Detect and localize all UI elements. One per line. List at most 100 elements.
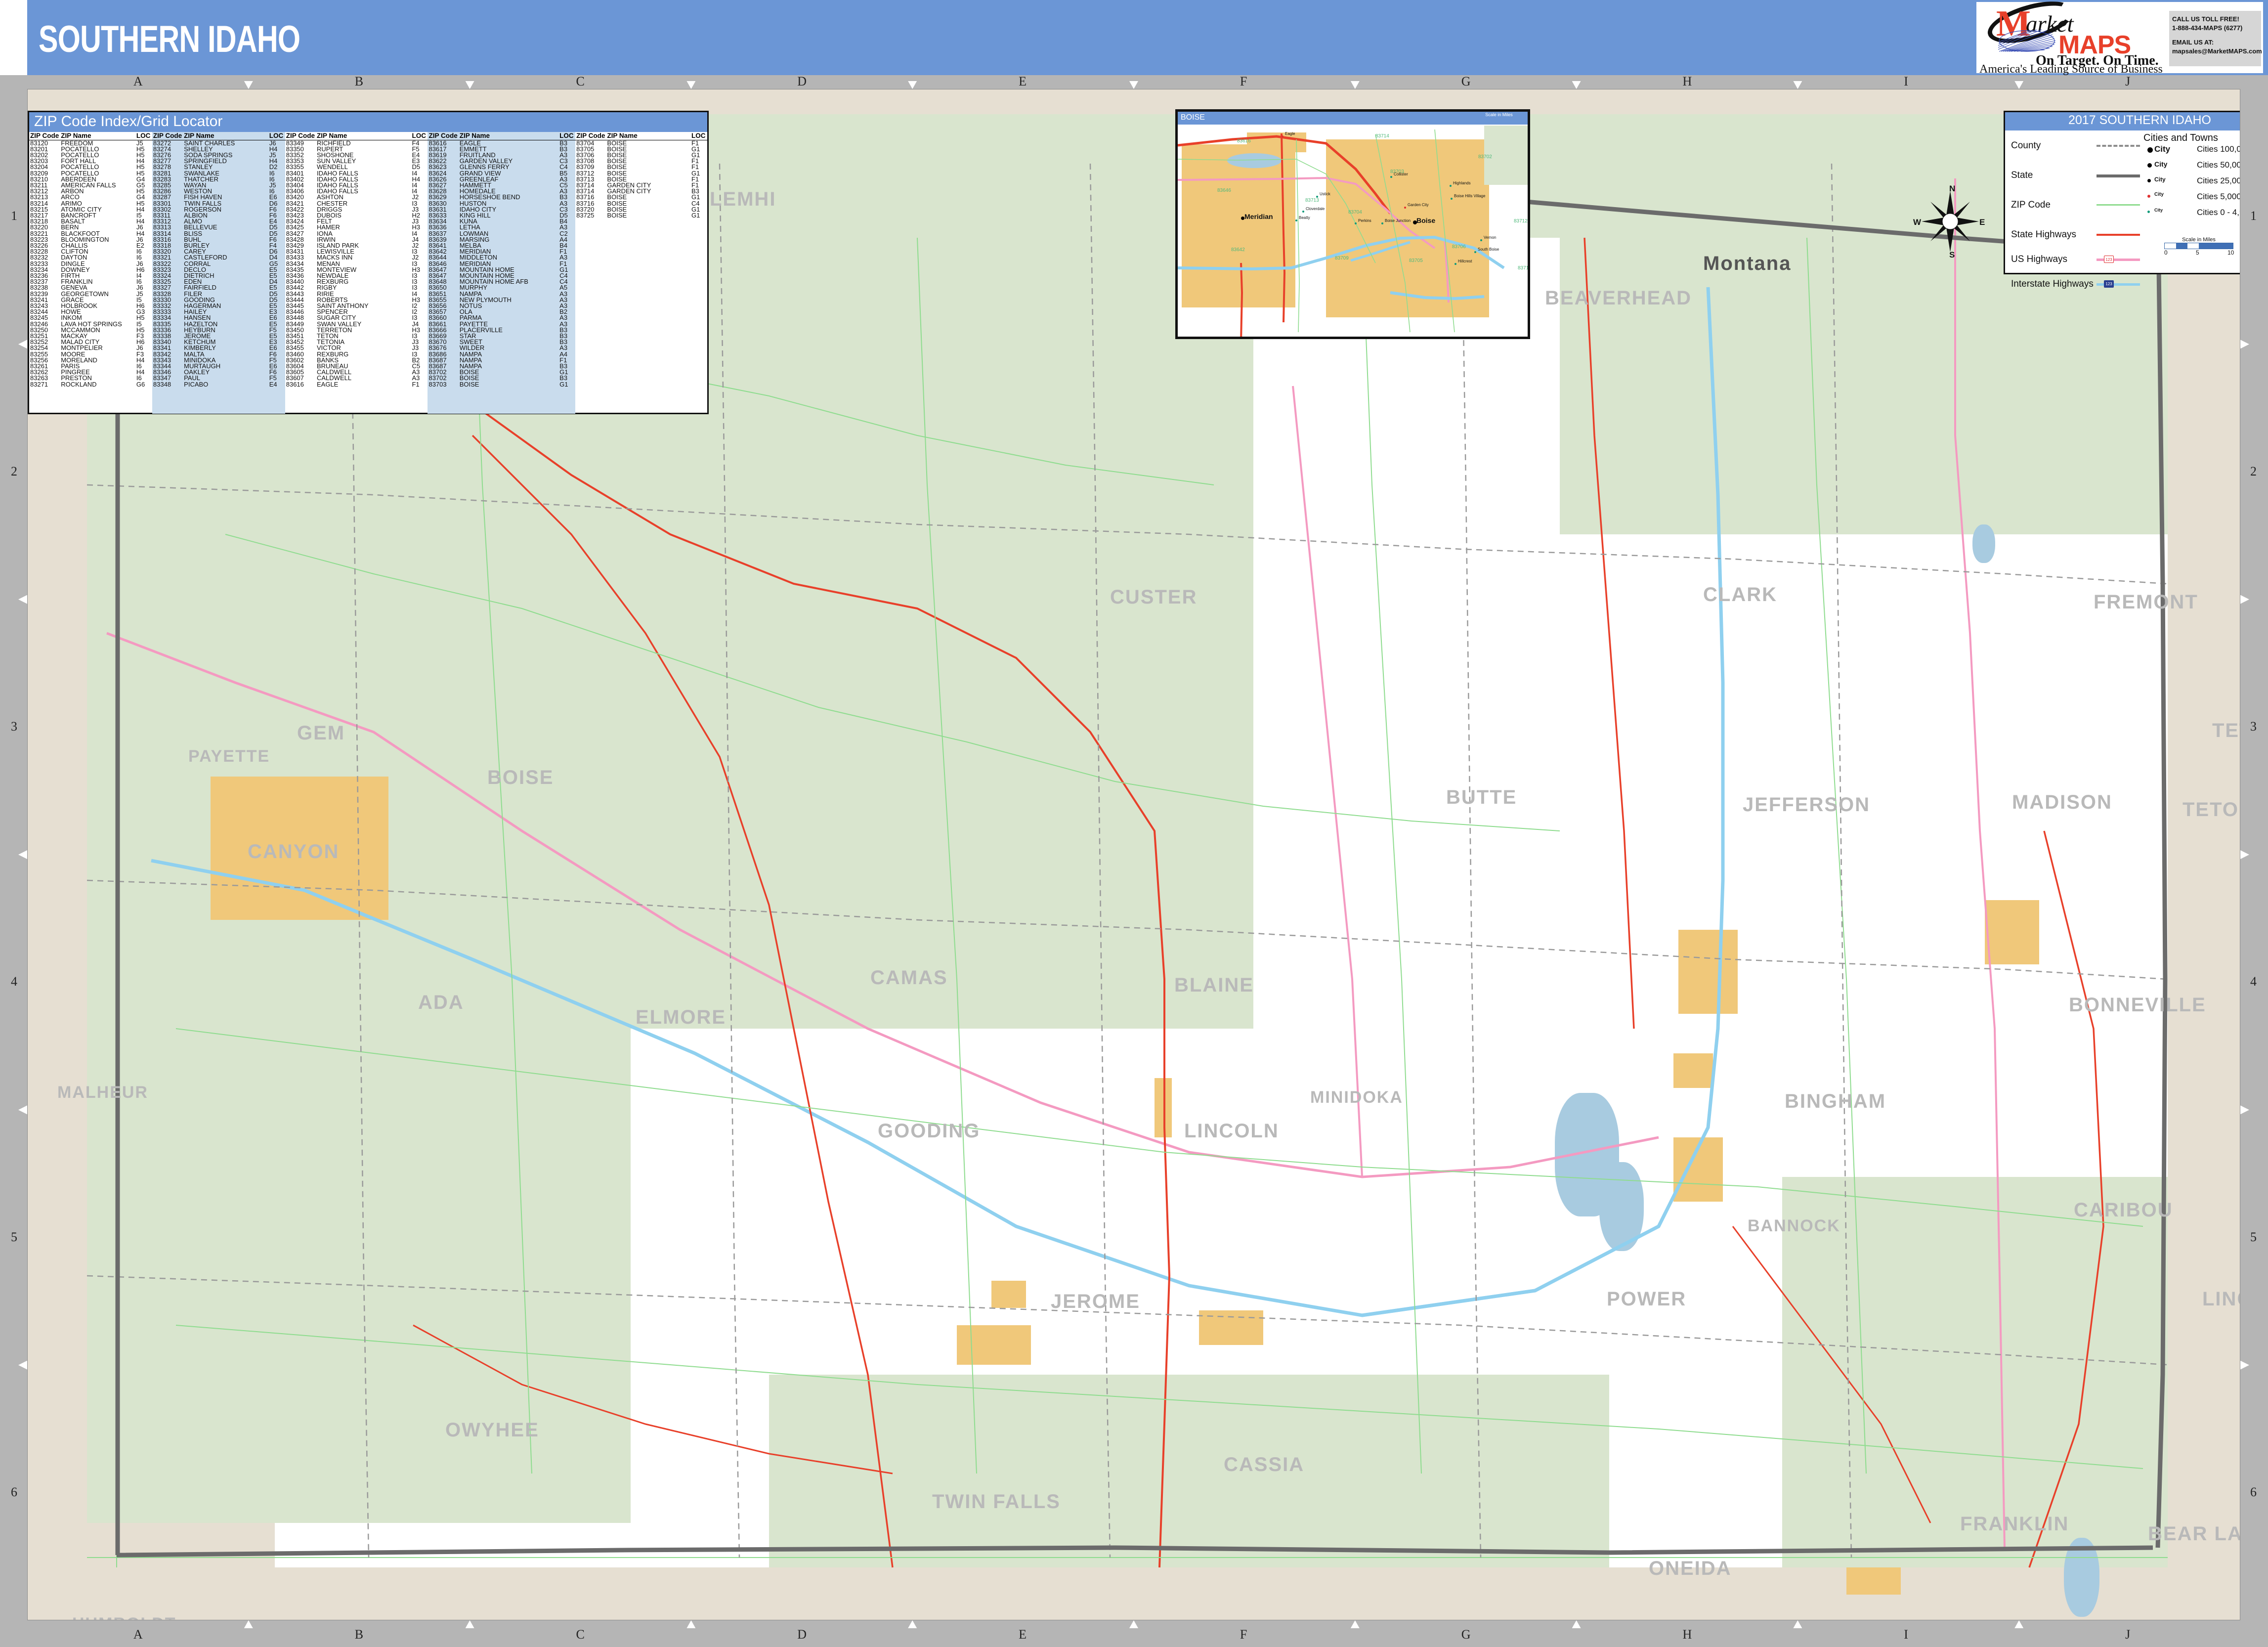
legend-body: Cities and Towns County State ZIP Code Stat… (2005, 130, 2240, 289)
inset-roads (1178, 129, 1505, 337)
zip-index-row: 83616 EAGLE F1 (285, 380, 428, 388)
inset-city-label: Cloverdale (1306, 207, 1325, 211)
grid-row-label-left-6: 6 (11, 1484, 17, 1499)
zip-index-row: 83687 NAMPA B3 (428, 363, 575, 369)
zip-col-header: ZIP Code (285, 132, 316, 140)
inset-zip-label: 83646 (1217, 188, 1231, 193)
zip-index-row: 83657 OLA B2 (428, 308, 575, 315)
boise-inset-map[interactable]: BOISE Scale in Miles 83616 83714 83702 8… (1175, 109, 1530, 339)
grid-row-label-right-1: 1 (2250, 209, 2257, 223)
scale-bar-graphic (2164, 243, 2233, 249)
zip-index-row: 83650 MURPHY A5 (428, 284, 575, 291)
zip-index-row: 83429 ISLAND PARK J2 (285, 242, 428, 249)
inset-city-dot (1390, 176, 1392, 178)
inset-city-dot (1455, 263, 1456, 265)
zip-index-row: 83642 MERIDIAN F1 (428, 248, 575, 255)
zip-index-row: 83624 GRAND VIEW B5 (428, 170, 575, 176)
grid-row-label-right-2: 2 (2250, 464, 2257, 478)
inset-city-dot (1450, 185, 1452, 187)
zip-index-row: 83283 THATCHER I6 (152, 176, 285, 182)
zip-index-row: 83725 BOISE G1 (575, 211, 707, 219)
zip-index-row: 83605 CALDWELL A3 (285, 369, 428, 375)
zip-col-header: ZIP Name (606, 132, 690, 140)
inset-city-dot (1451, 198, 1453, 200)
contact-email: mapsales@MarketMAPS.com (2172, 47, 2262, 55)
grid-row-label-left-2: 2 (11, 464, 17, 478)
county-label: HUMBOLDT (72, 1614, 176, 1620)
county-label: BLAINE (1174, 974, 1254, 996)
zip-index-column-4: ZIP Code ZIP Name LOC 83616 EAGLE B3 83617 EMME… (428, 132, 576, 414)
inset-zip-label: 83713 (1305, 198, 1319, 203)
inset-city-dot (1480, 239, 1482, 241)
grid-col-label-top-E: E (1019, 74, 1027, 88)
zip-index-row: 83285 WAYAN J5 (152, 182, 285, 188)
grid-tick-top (908, 81, 917, 89)
zip-index-row: 83634 KUNA B4 (428, 218, 575, 224)
county-label: CARIBOU (2074, 1199, 2173, 1221)
map-canvas[interactable]: LEMHI MADISON Montana BEAVERHEAD CLARK FREMON… (27, 89, 2240, 1620)
zip-index-row: 83442 RIGBY I3 (285, 284, 428, 291)
zip-name-cell: BOISE (607, 211, 627, 219)
compass-e-label: E (1979, 217, 1985, 227)
map-frame: LEMHI MADISON Montana BEAVERHEAD CLARK FREMON… (0, 74, 2268, 1647)
zip-code-index-panel: ZIP Code Index/Grid Locator ZIP Code ZIP … (28, 111, 709, 414)
inset-header: BOISE Scale in Miles (1178, 112, 1528, 125)
grid-ruler-right: 1 2 3 4 5 6 (2240, 75, 2268, 1647)
zip-col-header: ZIP Code (152, 132, 183, 140)
grid-tick-bottom (908, 1620, 917, 1628)
grid-ruler-top: A B C D E F G H I J (0, 74, 2268, 89)
zip-index-row: 83318 BURLEY F4 (152, 242, 285, 249)
legend-swatch-pink (2097, 259, 2140, 261)
grid-tick-right (2240, 340, 2249, 349)
county-label: TETON (2182, 799, 2240, 821)
zip-index-row: 83669 STAR B3 (428, 333, 575, 339)
zip-index-column-2: ZIP Code ZIP Name LOC 83272 SAINT CHARLES J6 8… (152, 132, 285, 414)
county-label: CLARK (1703, 584, 1777, 606)
title-left-band (0, 0, 27, 75)
zip-index-row: 83321 CASTLEFORD D4 (152, 254, 285, 260)
inset-city-dot (1381, 222, 1383, 224)
legend-scale-bar: Scale in Miles 0 5 10 (2164, 237, 2234, 256)
grid-tick-bottom (244, 1620, 253, 1628)
zip-index-row: 83630 HUSTON A3 (428, 200, 575, 207)
county-label: BINGHAM (1785, 1090, 1886, 1112)
county-label: ADA (418, 992, 464, 1013)
legend-city-description: Cities 50,000 - 99,999 (2197, 160, 2240, 170)
zip-index-row: 83333 HAILEY E3 (152, 308, 285, 315)
scale-bar-ticks: 0 5 10 (2164, 249, 2234, 256)
county-label: TWIN FALLS (932, 1491, 1061, 1513)
county-label: LINCOLN (1184, 1120, 1279, 1142)
zip-index-row: 83325 EDEN D4 (152, 278, 285, 285)
grid-col-label-bottom-B: B (354, 1627, 364, 1642)
zip-index-row: 83455 VICTOR J3 (285, 345, 428, 351)
zip-index-row: 83272 SAINT CHARLES J6 (152, 140, 285, 146)
inset-city-dot (1355, 222, 1357, 224)
zip-index-row: 83445 SAINT ANTHONY I2 (285, 303, 428, 309)
contact-info-box: CALL US TOLL FREE! 1-888-434-MAPS (6277)… (2169, 11, 2262, 66)
zip-index-row: 83702 BOISE G1 (428, 369, 575, 375)
grid-tick-top (244, 81, 253, 89)
inset-city-label: Eagle (1285, 131, 1295, 136)
zip-index-row: 83434 MENAN I3 (285, 260, 428, 267)
zip-loc-cell: G6 (136, 380, 145, 388)
inset-zip-label: 83706 (1452, 244, 1466, 250)
county-label: Montana (1703, 253, 1792, 274)
county-label: JEROME (1051, 1291, 1140, 1312)
grid-row-label-right-3: 3 (2250, 719, 2257, 734)
zip-index-row: 83639 MARSING A4 (428, 236, 575, 243)
grid-row-label-left-3: 3 (11, 719, 17, 734)
zip-index-row: 83352 SHOSHONE E4 (285, 152, 428, 158)
zip-loc-cell: F1 (412, 380, 420, 388)
grid-tick-top (686, 81, 696, 89)
grid-row-label-left-4: 4 (11, 974, 17, 989)
legend-shield-pink: 123 (2104, 256, 2114, 263)
county-label: LEMHI (710, 188, 776, 210)
grid-ruler-left: 1 2 3 4 5 6 (0, 75, 27, 1647)
grid-col-label-bottom-E: E (1019, 1627, 1027, 1642)
grid-col-label-top-I: I (1904, 74, 1908, 88)
zip-index-row: 83626 GREENLEAF A3 (428, 176, 575, 182)
page-title: SOUTHERN IDAHO (39, 18, 300, 60)
zip-index-row: 83670 SWEET B3 (428, 339, 575, 345)
county-label: BANNOCK (1748, 1216, 1840, 1235)
zip-name-cell: PICABO (184, 380, 209, 388)
